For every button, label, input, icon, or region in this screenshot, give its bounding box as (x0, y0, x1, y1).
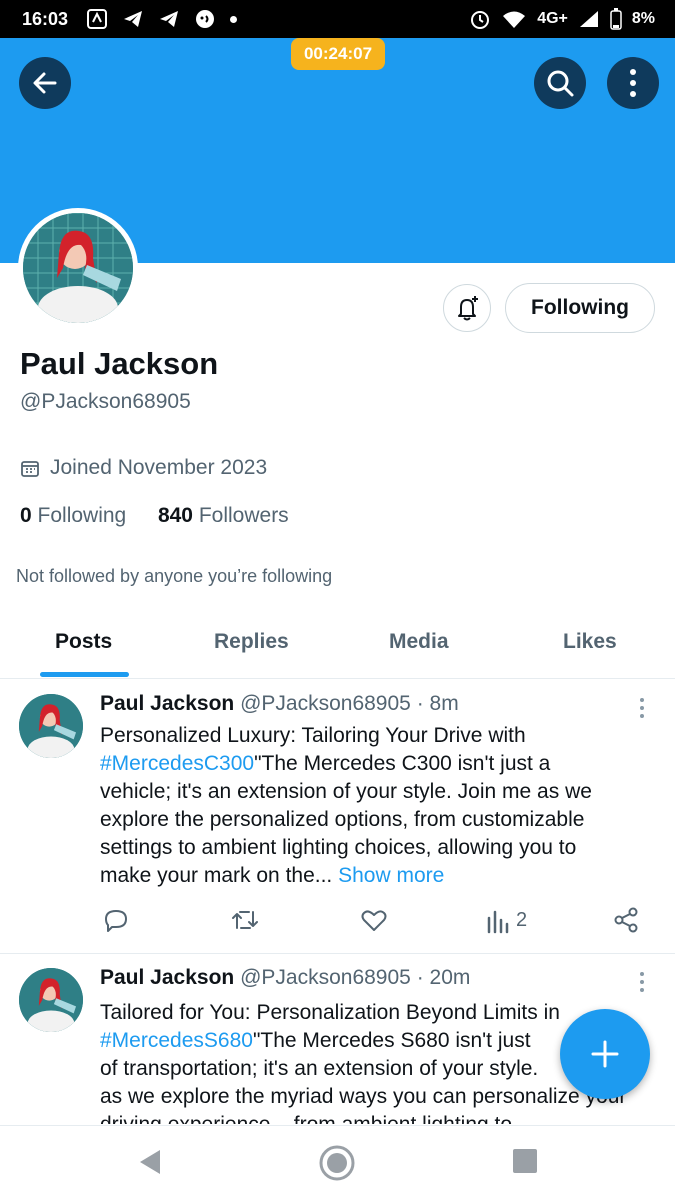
more-vertical-icon (630, 69, 636, 97)
bell-plus-icon (458, 296, 478, 321)
post-header: Paul Jackson @PJackson68905 · 20m (100, 966, 470, 990)
profile-name: Paul Jackson (20, 346, 219, 381)
plus-icon (591, 1040, 619, 1068)
telegram-icon (124, 11, 142, 27)
status-bar: 16:03 4G+ 8% (0, 0, 675, 38)
following-button[interactable]: Following (505, 283, 655, 333)
tab-posts[interactable]: Posts (55, 630, 112, 654)
following-label: Following (37, 504, 127, 527)
system-icons: 4G+ 8% (469, 8, 655, 30)
analytics-icon (487, 910, 509, 934)
post-avatar[interactable] (19, 968, 83, 1032)
back-button[interactable] (19, 57, 71, 109)
followers-link[interactable]: 840 Followers (158, 504, 289, 527)
search-button[interactable] (534, 57, 586, 109)
post-time: · 8m (416, 692, 459, 715)
system-nav-bar (0, 1125, 675, 1201)
battery-icon (610, 8, 622, 30)
profile-tabs: Posts Replies Media Likes (0, 620, 675, 679)
tab-replies[interactable]: Replies (214, 630, 289, 654)
post-author[interactable]: Paul Jackson (100, 692, 234, 715)
chat-icon (196, 10, 214, 28)
alarm-icon (471, 11, 490, 29)
notification-icons (86, 8, 237, 30)
calendar-icon (21, 461, 39, 477)
share-button[interactable] (612, 906, 640, 934)
followers-count: 840 (157, 504, 193, 527)
post-text: Personalized Luxury: Tailoring Your Driv… (100, 724, 592, 887)
heart-icon (361, 910, 387, 931)
hashtag-link[interactable]: #MercedesS680 (100, 1029, 253, 1052)
signal-icon (579, 11, 598, 27)
joined-text: Joined November 2023 (50, 456, 268, 479)
battery-level: 8% (631, 10, 655, 27)
post-author[interactable]: Paul Jackson (100, 966, 234, 989)
reply-button[interactable] (102, 906, 130, 934)
more-vertical-icon[interactable] (636, 697, 648, 719)
post-avatar[interactable] (19, 694, 83, 758)
telegram-icon (160, 11, 178, 27)
status-time: 16:03 (22, 9, 69, 29)
more-vertical-icon[interactable] (636, 971, 648, 993)
following-link[interactable]: 0 Following (20, 504, 126, 527)
wifi-icon (503, 11, 526, 28)
post-handle: @PJackson68905 (240, 692, 411, 715)
follow-counts: 0 Following 840 Followers (20, 504, 289, 528)
followers-label: Followers (198, 504, 289, 527)
compose-post-button[interactable] (560, 1009, 650, 1099)
show-more-link[interactable]: Show more (338, 864, 444, 887)
network-type: 4G+ (537, 10, 568, 27)
like-button[interactable] (360, 906, 388, 934)
profile-avatar[interactable] (18, 208, 138, 328)
avatar-image (23, 213, 133, 323)
arrow-left-icon (33, 72, 57, 94)
nav-recents-icon[interactable] (512, 1148, 538, 1174)
search-icon (547, 70, 574, 97)
repost-button[interactable] (230, 906, 260, 934)
tab-media[interactable]: Media (389, 630, 449, 654)
share-icon (614, 907, 638, 933)
views-count: 2 (516, 908, 528, 931)
repost-icon (232, 911, 258, 929)
reply-icon (105, 910, 127, 932)
profile-handle: @PJackson68905 (20, 390, 191, 413)
not-followed-note: Not followed by anyone you’re following (16, 566, 333, 586)
tab-likes[interactable]: Likes (563, 630, 617, 654)
app-notification-icon (87, 9, 107, 29)
joined-date: Joined November 2023 (20, 456, 267, 480)
recording-timer: 00:24:07 (291, 38, 385, 70)
dot-icon (230, 15, 237, 23)
views-button[interactable]: 2 (486, 906, 527, 934)
hashtag-link[interactable]: #MercedesC300 (100, 752, 254, 775)
post-handle: @PJackson68905 (240, 966, 411, 989)
nav-home-icon[interactable] (318, 1144, 356, 1182)
post-header: Paul Jackson @PJackson68905 · 8m (100, 692, 459, 716)
active-tab-indicator (40, 672, 129, 677)
nav-back-icon[interactable] (136, 1144, 162, 1180)
notifications-bell-button[interactable] (443, 284, 491, 332)
post-actions: 2 (100, 904, 645, 938)
more-options-button[interactable] (607, 57, 659, 109)
post-time: · 20m (416, 966, 471, 989)
following-count: 0 (20, 504, 32, 527)
